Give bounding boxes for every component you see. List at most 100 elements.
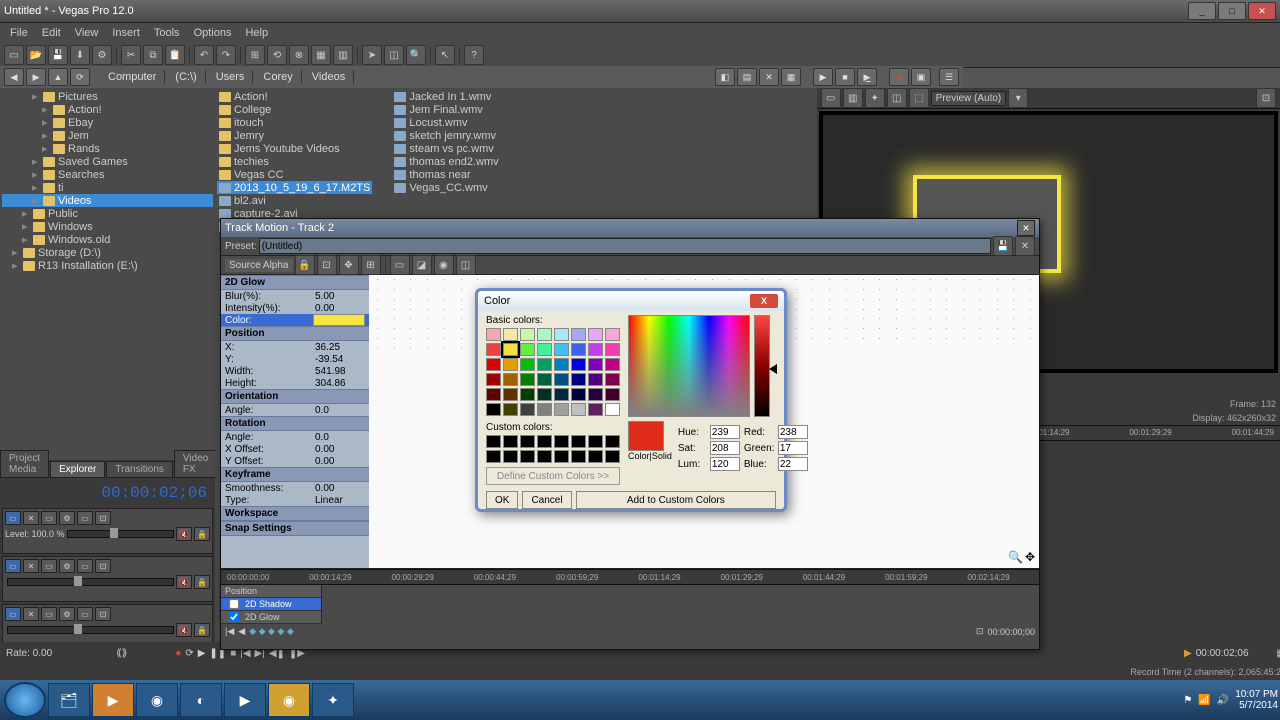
color-swatch[interactable]: [486, 343, 501, 356]
crumb-users[interactable]: Users: [208, 70, 254, 84]
track-header[interactable]: ▭✕▭⚙▭⊡Level: 100.0 %🔇🔒: [2, 508, 213, 554]
tm-ruler[interactable]: 00:00:00;0000:00:14;2900:00:29;2900:00:4…: [221, 569, 1039, 585]
taskbar-chrome-icon[interactable]: ◉: [136, 683, 178, 717]
tree-item[interactable]: ▸Action!: [2, 103, 213, 116]
nav-up-icon[interactable]: ▲: [48, 68, 68, 86]
crumb-c[interactable]: (C:\): [167, 70, 205, 84]
cut-icon[interactable]: ✂: [121, 45, 141, 65]
bt-record-button[interactable]: ●: [175, 648, 181, 659]
file-item[interactable]: College: [217, 103, 372, 116]
color-swatch[interactable]: [554, 358, 569, 371]
paste-icon[interactable]: 📋: [165, 45, 185, 65]
color-swatch[interactable]: [554, 403, 569, 416]
color-swatch[interactable]: [605, 343, 620, 356]
tree-item[interactable]: ▸Ebay: [2, 116, 213, 129]
nav-opt2-icon[interactable]: ▤: [737, 68, 757, 86]
file-item[interactable]: Jacked In 1.wmv: [392, 90, 500, 103]
tree-item[interactable]: ▸Windows: [2, 220, 213, 233]
tree-item[interactable]: ▸Jem: [2, 129, 213, 142]
copy-icon[interactable]: ⧉: [143, 45, 163, 65]
file-item[interactable]: Jemry: [217, 129, 372, 142]
color-swatch[interactable]: [588, 328, 603, 341]
file-item[interactable]: Vegas CC: [217, 168, 372, 181]
color-swatch[interactable]: [537, 403, 552, 416]
file-item[interactable]: itouch: [217, 116, 372, 129]
tab-transitions[interactable]: Transitions: [106, 461, 173, 478]
preview-quality-dropdown[interactable]: Preview (Auto): [931, 91, 1007, 106]
green-input[interactable]: [778, 441, 808, 455]
tm-del-preset-icon[interactable]: ✕: [1015, 236, 1035, 256]
tm-section-position[interactable]: Position: [221, 326, 369, 341]
color-swatch[interactable]: [520, 388, 535, 401]
view2-icon[interactable]: ▣: [911, 68, 931, 86]
tree-item[interactable]: ▸Public: [2, 207, 213, 220]
undo-icon[interactable]: ↶: [194, 45, 214, 65]
tree-item[interactable]: ▸R13 Installation (E:\): [2, 259, 213, 272]
hue-sat-picker[interactable]: [628, 315, 750, 417]
nav-refresh-icon[interactable]: ⟳: [70, 68, 90, 86]
props-icon[interactable]: ⚙: [92, 45, 112, 65]
tm-angle-value[interactable]: 0.0: [315, 405, 365, 416]
taskbar-steam-icon[interactable]: ◉: [268, 683, 310, 717]
custom-color-swatch[interactable]: [537, 435, 552, 448]
nav-forward-icon[interactable]: ▶: [26, 68, 46, 86]
tree-item[interactable]: ▸Saved Games: [2, 155, 213, 168]
custom-color-swatch[interactable]: [486, 435, 501, 448]
color-swatch[interactable]: [503, 328, 518, 341]
tm-kf-shadow[interactable]: 2D Shadow: [221, 598, 321, 611]
color-swatch[interactable]: [486, 373, 501, 386]
color-swatch[interactable]: [486, 328, 501, 341]
color-swatch[interactable]: [554, 373, 569, 386]
tray-net-icon[interactable]: 📶: [1198, 695, 1210, 706]
lum-input[interactable]: [710, 457, 740, 471]
tm-source-dropdown[interactable]: Source Alpha: [225, 259, 293, 272]
color-swatch[interactable]: [571, 328, 586, 341]
crumb-corey[interactable]: Corey: [255, 70, 301, 84]
color-swatch[interactable]: [588, 373, 603, 386]
track-header[interactable]: ▭✕▭⚙▭⊡🔇🔒: [2, 556, 213, 602]
blue-input[interactable]: [778, 457, 808, 471]
nav-view-icon[interactable]: ▦: [781, 68, 801, 86]
tm-kf-glow[interactable]: 2D Glow: [221, 611, 321, 624]
tm-width-value[interactable]: 541.98: [315, 366, 365, 377]
minimize-button[interactable]: _: [1188, 2, 1216, 20]
custom-color-swatch[interactable]: [486, 450, 501, 463]
bt-loop-button[interactable]: ⟳: [185, 648, 193, 659]
color-swatch[interactable]: [486, 388, 501, 401]
tm-lock-icon[interactable]: 🔒: [295, 255, 315, 275]
tool2-icon[interactable]: ▥: [333, 45, 353, 65]
custom-color-swatch[interactable]: [588, 450, 603, 463]
tm-scale-icon[interactable]: ⊡: [317, 255, 337, 275]
tm-rangle-value[interactable]: 0.0: [315, 432, 365, 443]
cancel-button[interactable]: Cancel: [522, 491, 571, 509]
start-button[interactable]: [4, 682, 46, 718]
taskbar-app2-icon[interactable]: ▶: [224, 683, 266, 717]
color-swatch[interactable]: [605, 373, 620, 386]
tm-kf-prev-icon[interactable]: ◀: [238, 626, 245, 637]
color-swatch[interactable]: [605, 388, 620, 401]
select-tool-icon[interactable]: ◫: [384, 45, 404, 65]
color-swatch[interactable]: [503, 358, 518, 371]
custom-color-swatch[interactable]: [554, 435, 569, 448]
tree-item[interactable]: ▸Windows.old: [2, 233, 213, 246]
custom-color-swatch[interactable]: [554, 450, 569, 463]
taskbar-app3-icon[interactable]: ✦: [312, 683, 354, 717]
file-item[interactable]: steam vs pc.wmv: [392, 142, 500, 155]
close-button[interactable]: ✕: [1248, 2, 1276, 20]
help-icon[interactable]: ?: [464, 45, 484, 65]
tm-kf-sync-icon[interactable]: ⊡: [976, 626, 984, 637]
tm-color-swatch[interactable]: [313, 314, 365, 326]
tm-section-snap[interactable]: Snap Settings: [221, 521, 369, 536]
color-swatch[interactable]: [520, 343, 535, 356]
color-swatch[interactable]: [588, 388, 603, 401]
list-icon[interactable]: ☰: [939, 68, 959, 86]
color-swatch[interactable]: [537, 388, 552, 401]
tm-close-button[interactable]: ✕: [1017, 220, 1035, 236]
tree-item[interactable]: ▸Searches: [2, 168, 213, 181]
tm-kf-position[interactable]: Position: [221, 585, 321, 598]
color-swatch[interactable]: [605, 328, 620, 341]
preview-ext-icon[interactable]: ⬚: [909, 88, 929, 108]
color-swatch[interactable]: [588, 343, 603, 356]
tool-icon[interactable]: ▦: [311, 45, 331, 65]
color-swatch[interactable]: [520, 373, 535, 386]
